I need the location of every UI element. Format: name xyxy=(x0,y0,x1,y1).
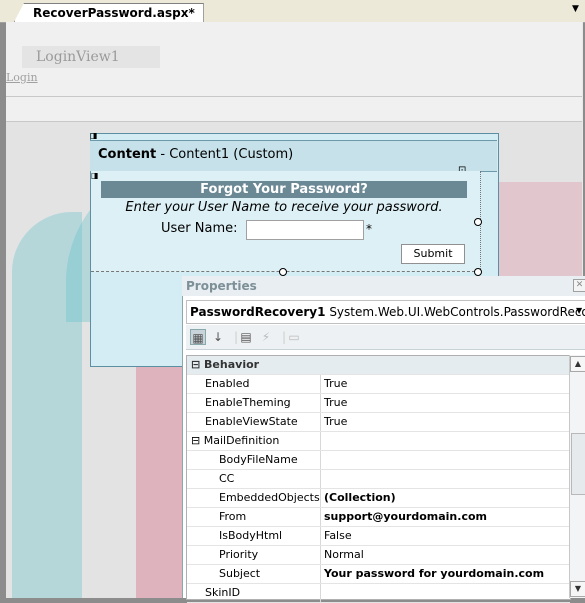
property-name-text: EnableViewState xyxy=(205,415,298,428)
property-name-text: Subject xyxy=(219,567,261,580)
collapse-icon[interactable]: ⊟ xyxy=(191,434,204,447)
property-grid-scrollbar[interactable]: ▲ ▼ xyxy=(569,355,585,598)
content-placeholder-header: Content - Content1 (Custom) xyxy=(90,140,497,172)
property-row[interactable]: EnableViewState True xyxy=(187,413,570,432)
property-name-text: MailDefinition xyxy=(203,434,280,447)
login-view-control[interactable]: LoginView1 xyxy=(22,46,160,68)
property-name: ⊟ Behavior xyxy=(187,356,321,374)
property-row[interactable]: From support@yourdomain.com xyxy=(187,508,570,527)
property-value[interactable]: False xyxy=(324,527,352,545)
property-name: Priority xyxy=(187,546,321,564)
property-name: SkinID xyxy=(187,584,321,602)
resize-handle[interactable] xyxy=(474,268,482,276)
property-name: BodyFileName xyxy=(187,451,321,469)
document-tab[interactable]: RecoverPassword.aspx* xyxy=(14,3,204,22)
property-name-text: Priority xyxy=(219,548,259,561)
content-detail: - Content1 (Custom) xyxy=(160,147,294,162)
resize-handle[interactable] xyxy=(279,268,287,276)
object-selector[interactable]: PasswordRecovery1 System.Web.UI.WebContr… xyxy=(186,300,585,324)
property-row[interactable]: Subject Your password for yourdomain.com xyxy=(187,565,570,584)
tab-list-dropdown-icon[interactable]: ▼ xyxy=(572,4,579,14)
property-row[interactable]: EnableTheming True xyxy=(187,394,570,413)
recovery-instruction: Enter your User Name to receive your pas… xyxy=(125,200,443,215)
property-name: EnableTheming xyxy=(187,394,321,412)
property-name: EnableViewState xyxy=(187,413,321,431)
property-name: CC xyxy=(187,470,321,488)
scrollbar-thumb[interactable] xyxy=(571,433,585,495)
property-name-text: From xyxy=(219,510,247,523)
property-value[interactable]: Your password for yourdomain.com xyxy=(324,565,544,583)
property-name-text: BodyFileName xyxy=(219,453,298,466)
recovery-title: Forgot Your Password? xyxy=(101,181,467,198)
smart-tag-icon[interactable]: ◨ xyxy=(90,131,98,140)
property-value[interactable]: (Collection) xyxy=(324,489,396,507)
scroll-down-icon[interactable]: ▼ xyxy=(570,581,585,597)
property-value[interactable]: True xyxy=(324,394,347,412)
scroll-up-icon[interactable]: ▲ xyxy=(570,356,585,372)
property-row[interactable]: Enabled True xyxy=(187,375,570,394)
property-value[interactable]: Normal xyxy=(324,546,364,564)
property-name: EmbeddedObjects xyxy=(187,489,321,507)
categorized-icon[interactable]: ▦ xyxy=(190,329,206,345)
alphabetical-icon[interactable]: ↓ xyxy=(210,329,226,345)
submit-button[interactable]: Submit xyxy=(401,244,465,264)
property-row[interactable]: CC xyxy=(187,470,570,489)
property-name-text: IsBodyHtml xyxy=(219,529,283,542)
property-name-text: SkinID xyxy=(205,586,241,599)
property-row[interactable]: SkinID xyxy=(187,584,570,603)
property-name: Subject xyxy=(187,565,321,583)
login-link[interactable]: Login xyxy=(6,71,38,84)
resize-handle[interactable] xyxy=(474,218,482,226)
properties-view-icon[interactable]: ▤ xyxy=(238,329,254,345)
master-page-area xyxy=(6,22,582,122)
property-grid: ⊟ Behavior Enabled True EnableTheming True En… xyxy=(186,355,571,603)
property-row[interactable]: IsBodyHtml False xyxy=(187,527,570,546)
properties-title: Properties xyxy=(182,276,585,296)
property-name: ⊟ MailDefinition xyxy=(187,432,321,450)
property-row[interactable]: EmbeddedObjects (Collection) xyxy=(187,489,570,508)
control-glyph-icon: ◨ xyxy=(91,171,99,180)
collapse-icon[interactable]: ⊟ xyxy=(191,358,204,371)
object-type: System.Web.UI.WebControls.PasswordRecove xyxy=(329,305,585,319)
properties-toolbar: ▦ ↓ | ▤ ⚡ | ▭ xyxy=(186,325,585,350)
property-name: IsBodyHtml xyxy=(187,527,321,545)
property-name-text: Behavior xyxy=(204,358,260,371)
property-name-text: EmbeddedObjects xyxy=(219,491,320,504)
divider xyxy=(6,96,582,97)
property-row[interactable]: Priority Normal xyxy=(187,546,570,565)
username-label: User Name: xyxy=(161,221,238,236)
property-value[interactable]: True xyxy=(324,375,347,393)
property-row[interactable]: BodyFileName xyxy=(187,451,570,470)
property-name: From xyxy=(187,508,321,526)
content-name: Content xyxy=(98,147,157,162)
property-pages-icon[interactable]: ▭ xyxy=(286,329,302,345)
property-category[interactable]: ⊟ Behavior xyxy=(187,356,570,375)
required-marker: * xyxy=(366,222,372,236)
object-name: PasswordRecovery1 xyxy=(190,305,326,319)
property-name: Enabled xyxy=(187,375,321,393)
property-row[interactable]: ⊟ MailDefinition xyxy=(187,432,570,451)
chevron-down-icon[interactable]: ▼ xyxy=(576,306,582,315)
close-icon[interactable]: ✕ xyxy=(573,279,585,292)
property-value[interactable]: support@yourdomain.com xyxy=(324,508,487,526)
property-name-text: Enabled xyxy=(205,377,250,390)
property-value[interactable]: True xyxy=(324,413,347,431)
username-input[interactable] xyxy=(246,220,364,240)
property-name-text: CC xyxy=(219,472,235,485)
events-icon[interactable]: ⚡ xyxy=(258,329,274,345)
property-name-text: EnableTheming xyxy=(205,396,291,409)
